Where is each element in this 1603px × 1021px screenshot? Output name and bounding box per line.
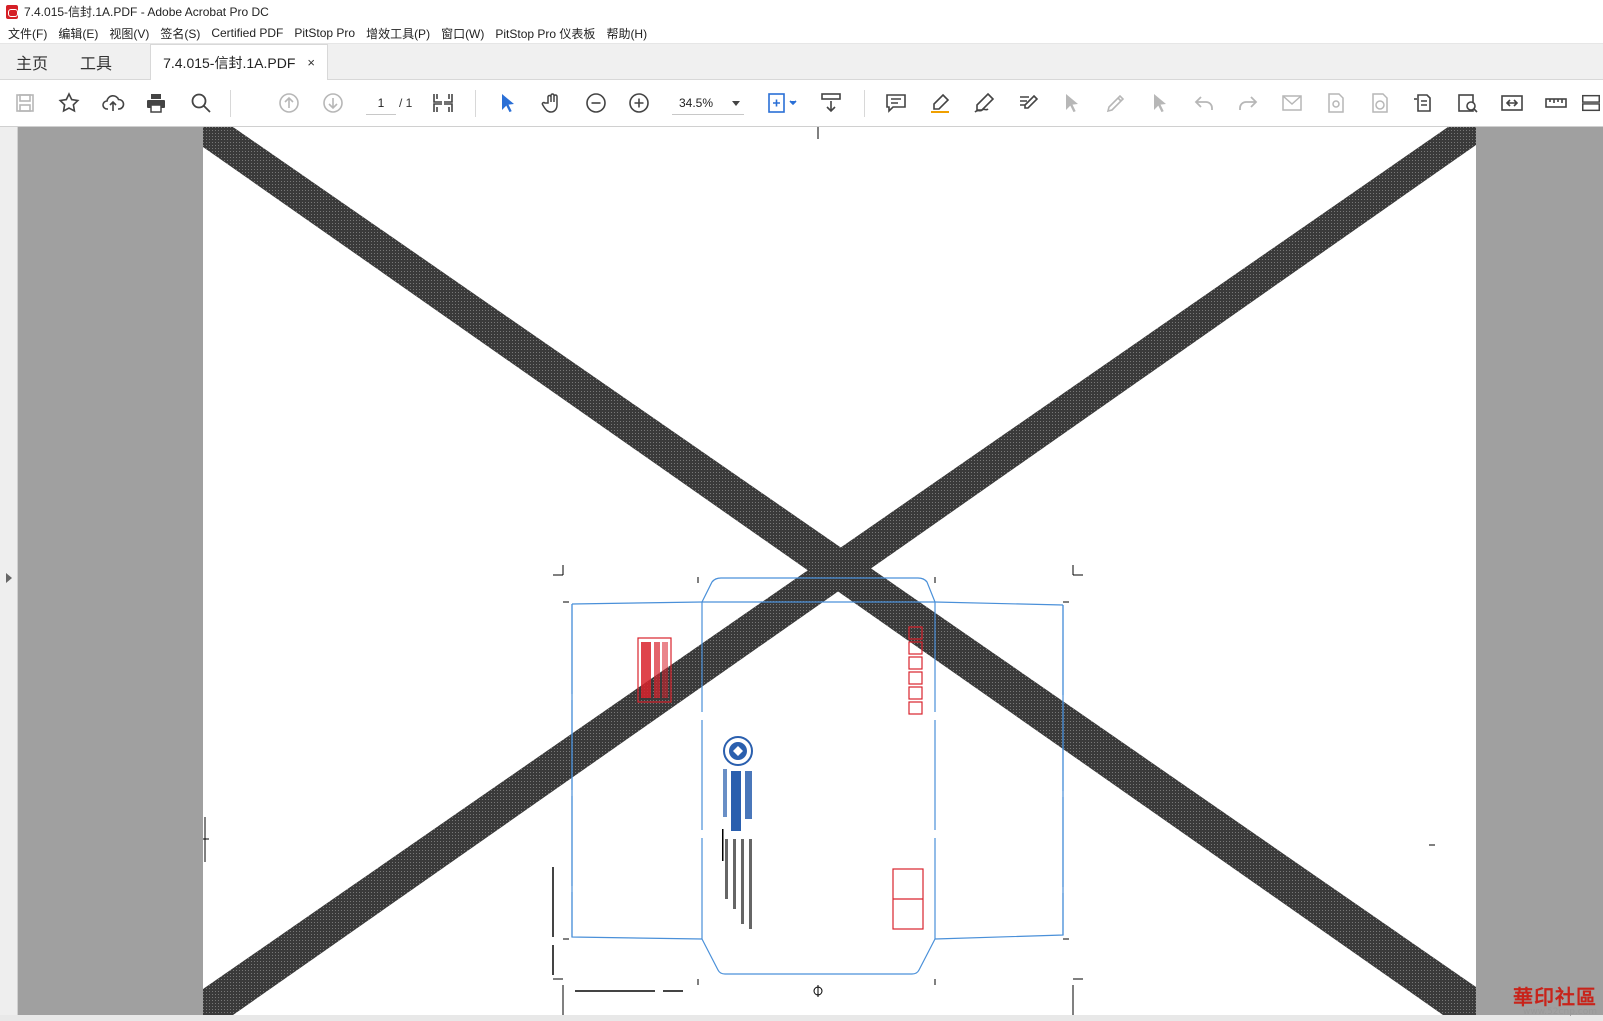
acrobat-app-icon xyxy=(6,4,18,19)
pdf-page xyxy=(203,127,1476,1015)
watermark-title: 華印社區 xyxy=(1513,985,1597,1009)
main-toolbar: 1 / 1 34.5% xyxy=(0,80,1603,127)
redo-icon[interactable] xyxy=(1234,89,1262,117)
menu-view[interactable]: 视图(V) xyxy=(105,25,156,42)
compare-icon[interactable] xyxy=(1498,89,1526,117)
site-watermark: 華印社區 www.52cnp.com xyxy=(1513,981,1597,1017)
menu-file[interactable]: 文件(F) xyxy=(4,25,54,42)
gear-document-icon[interactable] xyxy=(1322,89,1350,117)
document-viewport[interactable] xyxy=(18,127,1603,1015)
menu-pitstop-dashboard[interactable]: PitStop Pro 仪表板 xyxy=(491,25,602,42)
pitstop-select-icon[interactable] xyxy=(1058,89,1086,117)
postage-box xyxy=(892,868,924,930)
tab-tools[interactable]: 工具 xyxy=(64,44,128,79)
pitstop-cursor-icon[interactable] xyxy=(1146,89,1174,117)
search-icon[interactable] xyxy=(187,89,215,117)
mail-icon[interactable] xyxy=(1278,89,1306,117)
arrow-up-icon[interactable] xyxy=(275,89,303,117)
red-stamp-block xyxy=(637,637,672,703)
chevron-down-icon xyxy=(732,101,740,106)
more-tools-icon[interactable] xyxy=(1580,89,1602,117)
page-total: / 1 xyxy=(399,96,413,110)
menu-plugins[interactable]: 增效工具(P) xyxy=(362,25,437,42)
watermark-url: www.52cnp.com xyxy=(1522,1007,1597,1017)
close-icon[interactable]: × xyxy=(307,55,315,70)
ruler-icon[interactable] xyxy=(1542,89,1570,117)
envelope-dieline-artwork xyxy=(203,127,1476,1015)
edit-icon[interactable] xyxy=(1014,89,1042,117)
print-icon[interactable] xyxy=(142,89,170,117)
window-title: 7.4.015-信封.1A.PDF - Adobe Acrobat Pro DC xyxy=(24,5,269,19)
cloud-upload-icon[interactable] xyxy=(99,89,127,117)
chevron-right-icon xyxy=(6,573,12,583)
save-icon[interactable] xyxy=(11,89,39,117)
menu-help[interactable]: 帮助(H) xyxy=(602,25,654,42)
zoom-in-icon[interactable] xyxy=(625,89,653,117)
sign-icon[interactable] xyxy=(970,89,998,117)
comment-icon[interactable] xyxy=(882,89,910,117)
preflight-search-icon[interactable] xyxy=(1454,89,1482,117)
star-icon[interactable] xyxy=(55,89,83,117)
page-layout-icon[interactable] xyxy=(429,89,457,117)
menu-bar: 文件(F) 编辑(E) 视图(V) 签名(S) Certified PDF Pi… xyxy=(0,23,1603,44)
zoom-select[interactable]: 34.5% xyxy=(672,91,744,115)
zoom-value: 34.5% xyxy=(679,96,714,110)
tab-document[interactable]: 7.4.015-信封.1A.PDF × xyxy=(150,44,329,80)
page-tools-icon[interactable] xyxy=(1410,89,1438,117)
menu-certified-pdf[interactable]: Certified PDF xyxy=(207,26,290,40)
highlight-icon[interactable] xyxy=(926,89,954,117)
arrow-down-icon[interactable] xyxy=(319,89,347,117)
menu-edit[interactable]: 编辑(E) xyxy=(54,25,105,42)
tab-document-label: 7.4.015-信封.1A.PDF xyxy=(163,54,296,71)
title-bar: 7.4.015-信封.1A.PDF - Adobe Acrobat Pro DC xyxy=(0,0,1603,23)
tab-home[interactable]: 主页 xyxy=(0,44,64,79)
menu-pitstop-pro[interactable]: PitStop Pro xyxy=(290,26,362,40)
return-address-text xyxy=(722,829,752,929)
college-logo xyxy=(723,736,753,831)
menu-sign[interactable]: 签名(S) xyxy=(156,25,207,42)
page-number-input[interactable]: 1 xyxy=(366,91,396,115)
hand-icon[interactable] xyxy=(538,89,566,117)
tab-bar: 主页 工具 7.4.015-信封.1A.PDF × xyxy=(0,44,1603,80)
document-check-icon[interactable] xyxy=(1366,89,1394,117)
cursor-icon[interactable] xyxy=(494,89,522,117)
pitstop-pen-icon[interactable] xyxy=(1102,89,1130,117)
menu-window[interactable]: 窗口(W) xyxy=(437,25,491,42)
scroll-icon[interactable] xyxy=(817,89,845,117)
navigation-pane-toggle[interactable] xyxy=(0,127,18,1015)
fit-page-icon[interactable] xyxy=(763,89,801,117)
status-bar xyxy=(0,1015,1603,1021)
zoom-out-icon[interactable] xyxy=(582,89,610,117)
undo-icon[interactable] xyxy=(1190,89,1218,117)
